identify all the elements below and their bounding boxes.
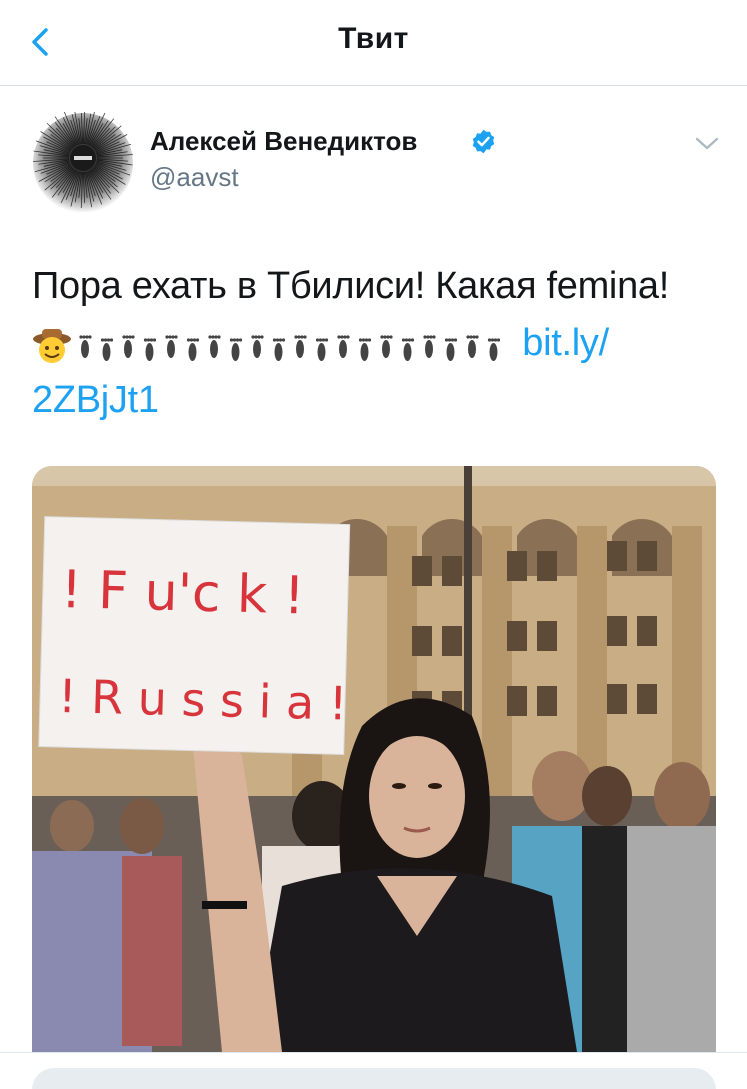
footprints-icon (143, 338, 157, 361)
footprints-icon (466, 335, 479, 358)
footprints-icon (165, 335, 178, 358)
protest-photo-image: ! F u'c k ! ! R u s s i a ! (32, 466, 716, 1052)
divider (0, 1052, 747, 1053)
footprints-icon (380, 335, 393, 358)
footprints-icon (208, 335, 221, 358)
footprints-icon (186, 338, 200, 361)
footprints-icon (401, 338, 415, 361)
footprints-icon (444, 338, 458, 361)
tweet-photo[interactable]: ! F u'c k ! ! R u s s i a ! (32, 466, 716, 1052)
footprints-icon (294, 335, 307, 358)
page-title: Твит (338, 22, 409, 55)
footprints-icon (423, 335, 436, 358)
footprints-icon (487, 338, 501, 361)
footprints-icon (358, 338, 372, 361)
chevron-down-icon[interactable] (692, 132, 722, 156)
footprints-icon (272, 338, 286, 361)
author-handle[interactable]: @aavst (150, 162, 239, 193)
tweet-link-continued[interactable]: 2ZBjJt1 (32, 379, 159, 421)
emoji-sequence (32, 325, 512, 365)
footprints-icon (229, 338, 243, 361)
sign-text-line2: ! R u s s i a ! (57, 669, 348, 731)
footprints-icon (79, 335, 92, 358)
tweet-text: Пора ехать в Тбилиси! Какая femina! bit.… (32, 258, 722, 429)
verified-badge-icon (470, 128, 497, 155)
footprints-icon (100, 338, 114, 361)
footprints-icon (337, 335, 350, 358)
sign-text-line1: ! F u'c k ! (60, 560, 305, 626)
top-bar: Твит (0, 0, 747, 86)
reply-input[interactable] (32, 1068, 716, 1089)
footprints-icon (251, 335, 264, 358)
footprints-icon (122, 335, 135, 358)
author-name[interactable]: Алексей Венедиктов (150, 126, 417, 157)
footprints-icon (315, 338, 329, 361)
cowboy-and-footprints-icon (33, 328, 501, 363)
tweet-link[interactable]: bit.ly/ (522, 322, 609, 364)
tweet-text-body: Пора ехать в Тбилиси! Какая femina! (32, 265, 670, 307)
avatar[interactable] (32, 108, 134, 214)
